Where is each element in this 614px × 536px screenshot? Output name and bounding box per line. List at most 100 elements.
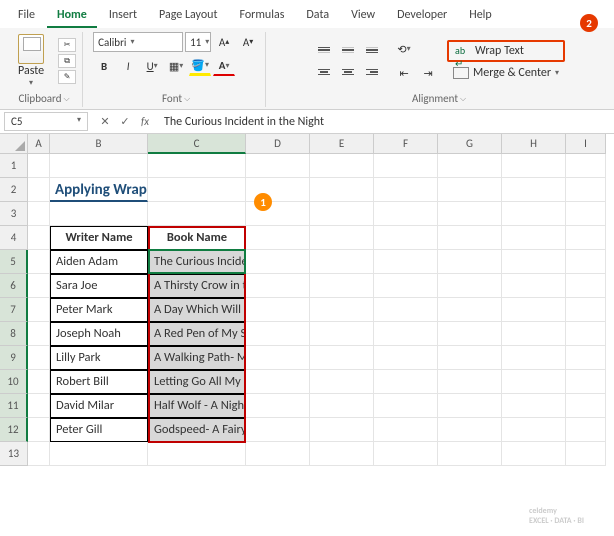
menu-insert[interactable]: Insert [99,4,147,28]
cell-C5[interactable]: The Curious Incident in the Night [148,250,246,274]
dialog-launcher-icon[interactable]: ⌵ [184,94,190,104]
cell-E3[interactable] [310,202,374,226]
cell-G9[interactable] [438,346,502,370]
cell-A9[interactable] [28,346,50,370]
cell-F13[interactable] [374,442,438,466]
cell-G13[interactable] [438,442,502,466]
row-header-1[interactable]: 1 [0,154,28,178]
dialog-launcher-icon[interactable]: ⌵ [460,94,466,104]
align-center-button[interactable] [337,62,359,82]
cell-I12[interactable] [566,418,606,442]
cell-B1[interactable] [50,154,148,178]
cell-E5[interactable] [310,250,374,274]
cell-E7[interactable] [310,298,374,322]
row-header-3[interactable]: 3 [0,202,28,226]
enter-formula-button[interactable]: ✓ [116,113,134,131]
decrease-font-button[interactable]: A▾ [237,32,259,52]
row-header-2[interactable]: 2 [0,178,28,202]
col-header-D[interactable]: D [246,134,310,154]
cell-E8[interactable] [310,322,374,346]
cell-A3[interactable] [28,202,50,226]
cell-D8[interactable] [246,322,310,346]
cancel-formula-button[interactable]: ✕ [96,113,114,131]
cell-C12[interactable]: Godspeed- A Fairy Tale [148,418,246,442]
cell-I7[interactable] [566,298,606,322]
cell-B13[interactable] [50,442,148,466]
cell-C2[interactable] [148,178,246,202]
col-header-B[interactable]: B [50,134,148,154]
cell-G5[interactable] [438,250,502,274]
cell-I5[interactable] [566,250,606,274]
cell-F9[interactable] [374,346,438,370]
cell-B9[interactable]: Lilly Park [50,346,148,370]
cell-B3[interactable] [50,202,148,226]
align-bottom-button[interactable] [361,40,383,60]
col-header-I[interactable]: I [566,134,606,154]
cell-F2[interactable] [374,178,438,202]
cell-F3[interactable] [374,202,438,226]
cell-B5[interactable]: Aiden Adam [50,250,148,274]
row-header-5[interactable]: 5 [0,250,28,274]
cell-E9[interactable] [310,346,374,370]
cell-H5[interactable] [502,250,566,274]
cell-H10[interactable] [502,370,566,394]
cell-B8[interactable]: Joseph Noah [50,322,148,346]
cell-D1[interactable] [246,154,310,178]
cell-B12[interactable]: Peter Gill [50,418,148,442]
cell-H6[interactable] [502,274,566,298]
cell-I2[interactable] [566,178,606,202]
cell-C10[interactable]: Letting Go All My Problems [148,370,246,394]
row-header-4[interactable]: 4 [0,226,28,250]
menu-developer[interactable]: Developer [387,4,457,28]
cell-E10[interactable] [310,370,374,394]
cell-H12[interactable] [502,418,566,442]
cell-D6[interactable] [246,274,310,298]
cell-B4[interactable]: Writer Name [50,226,148,250]
cell-H8[interactable] [502,322,566,346]
align-middle-button[interactable] [337,40,359,60]
cell-G3[interactable] [438,202,502,226]
cell-B10[interactable]: Robert Bill [50,370,148,394]
row-header-8[interactable]: 8 [0,322,28,346]
cell-F7[interactable] [374,298,438,322]
cell-B2[interactable]: Applying Wrap Text Feature [50,178,148,202]
row-header-12[interactable]: 12 [0,418,28,442]
menu-view[interactable]: View [341,4,385,28]
align-right-button[interactable] [361,62,383,82]
cell-E4[interactable] [310,226,374,250]
col-header-C[interactable]: C [148,134,246,154]
cell-H7[interactable] [502,298,566,322]
cell-A2[interactable] [28,178,50,202]
menu-file[interactable]: File [8,4,45,28]
decrease-indent-button[interactable]: ⇤ [393,63,415,83]
col-header-H[interactable]: H [502,134,566,154]
font-name-select[interactable]: Calibri▾ [93,32,183,52]
cell-D12[interactable] [246,418,310,442]
cell-I13[interactable] [566,442,606,466]
row-header-11[interactable]: 11 [0,394,28,418]
col-header-E[interactable]: E [310,134,374,154]
cell-G6[interactable] [438,274,502,298]
cell-D13[interactable] [246,442,310,466]
align-left-button[interactable] [313,62,335,82]
paste-button[interactable]: Paste ▾ [12,32,50,90]
cell-I8[interactable] [566,322,606,346]
fill-color-button[interactable]: 🪣▾ [189,56,211,76]
cell-A1[interactable] [28,154,50,178]
cell-D7[interactable] [246,298,310,322]
menu-data[interactable]: Data [296,4,339,28]
cell-E13[interactable] [310,442,374,466]
orientation-button[interactable]: ⟲▾ [393,39,415,59]
cell-H4[interactable] [502,226,566,250]
insert-function-button[interactable]: fx [136,113,154,131]
row-header-13[interactable]: 13 [0,442,28,466]
cell-D9[interactable] [246,346,310,370]
cell-D10[interactable] [246,370,310,394]
format-painter-button[interactable]: ✎ [58,70,76,84]
cell-C7[interactable]: A Day Which Will Never be Forgotten [148,298,246,322]
cell-A7[interactable] [28,298,50,322]
cell-C6[interactable]: A Thirsty Crow in the Jungle [148,274,246,298]
cell-G2[interactable] [438,178,502,202]
col-header-G[interactable]: G [438,134,502,154]
cell-C11[interactable]: Half Wolf - A Nightmare [148,394,246,418]
